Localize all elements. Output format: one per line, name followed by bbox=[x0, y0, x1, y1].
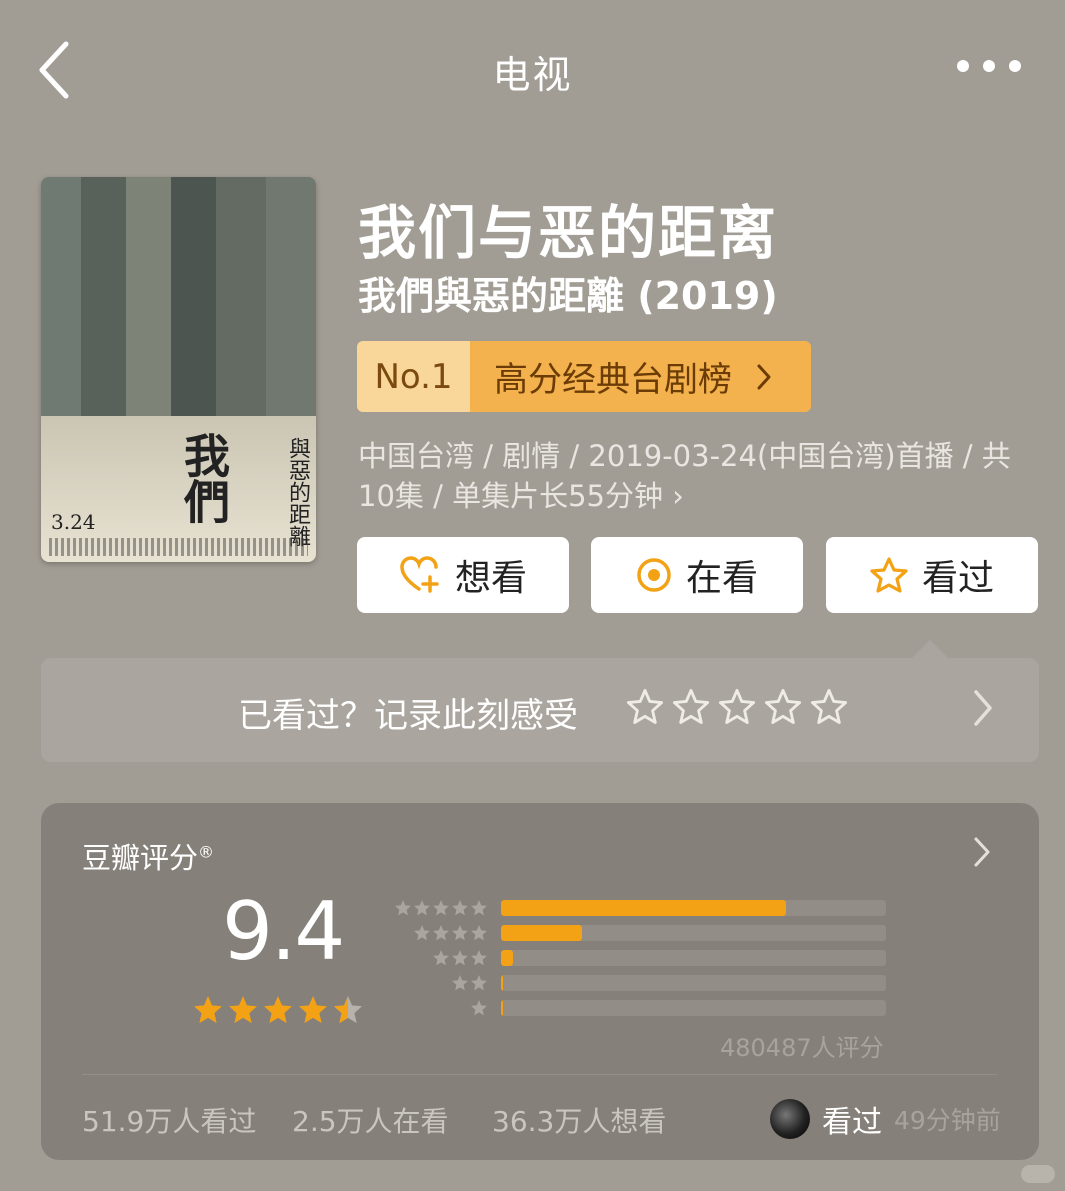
small-star-icon bbox=[471, 925, 487, 941]
small-star-icon bbox=[395, 900, 411, 916]
poster-credits bbox=[49, 538, 308, 556]
chevron-right-icon[interactable] bbox=[972, 688, 994, 732]
watching-button[interactable]: 在看 bbox=[591, 537, 803, 613]
star-outline-icon bbox=[764, 688, 802, 724]
small-star-icon bbox=[452, 975, 468, 991]
heart-plus-icon bbox=[400, 556, 439, 593]
chevron-right-icon[interactable] bbox=[972, 836, 992, 872]
divider bbox=[82, 1074, 997, 1075]
rank-badge[interactable]: No.1 高分经典台剧榜 bbox=[357, 341, 811, 412]
score-stars bbox=[192, 994, 364, 1026]
small-star-icon bbox=[452, 925, 468, 941]
distribution-bar-2 bbox=[501, 975, 504, 991]
registered-mark: ® bbox=[198, 842, 215, 862]
small-star-icon bbox=[471, 975, 487, 991]
rating-label-text: 豆瓣评分 bbox=[82, 841, 199, 875]
small-star-icon bbox=[471, 950, 487, 966]
rank-number: No.1 bbox=[357, 341, 470, 412]
more-icon[interactable] bbox=[957, 60, 1021, 72]
watermark bbox=[1021, 1165, 1055, 1183]
small-star-icon bbox=[452, 900, 468, 916]
show-title: 我们与恶的距离 bbox=[358, 199, 779, 267]
watched-button[interactable]: 看过 bbox=[826, 537, 1038, 613]
rating-label: 豆瓣评分® bbox=[82, 835, 214, 877]
target-icon bbox=[637, 558, 671, 592]
want-label: 想看 bbox=[454, 558, 527, 599]
friend-time: 49分钟前 bbox=[894, 1106, 1001, 1135]
want-count[interactable]: 36.3万人想看 bbox=[492, 1100, 666, 1140]
star-filled-icon bbox=[194, 996, 222, 1024]
poster-date: 3.24 bbox=[51, 510, 96, 534]
show-meta[interactable]: 中国台湾 / 剧情 / 2019-03-24(中国台湾)首播 / 共10集 / … bbox=[358, 436, 1028, 516]
friend-status: 看过 bbox=[822, 1105, 882, 1140]
record-pointer bbox=[912, 640, 948, 658]
distribution-bar-4 bbox=[501, 925, 582, 941]
star-outline-icon bbox=[672, 688, 710, 724]
small-star-icon bbox=[471, 1000, 487, 1016]
distribution-row-3 bbox=[392, 950, 886, 966]
distribution-bar-3 bbox=[501, 950, 513, 966]
show-original-title: 我們與惡的距離 (2019) bbox=[358, 274, 778, 318]
small-star-icon bbox=[452, 950, 468, 966]
friend-activity[interactable]: 看过 49分钟前 bbox=[770, 1097, 1001, 1141]
distribution-row-5 bbox=[392, 900, 886, 916]
small-star-icon bbox=[414, 925, 430, 941]
star-half-icon bbox=[334, 996, 362, 1024]
distribution-row-2 bbox=[392, 975, 886, 991]
small-star-icon bbox=[471, 900, 487, 916]
chevron-right-icon bbox=[757, 364, 771, 389]
star-outline-icon bbox=[718, 688, 756, 724]
star-outline-icon bbox=[626, 688, 664, 724]
star-filled-icon bbox=[264, 996, 292, 1024]
rating-count: 480487人评分 bbox=[720, 1034, 884, 1062]
record-star-rating[interactable] bbox=[626, 688, 848, 726]
poster-image[interactable]: 我們 與惡的距離 3.24 bbox=[41, 177, 316, 562]
watched-count[interactable]: 51.9万人看过 bbox=[82, 1100, 256, 1140]
watching-label: 在看 bbox=[685, 558, 758, 599]
distribution-row-4 bbox=[392, 925, 886, 941]
rank-list-name: 高分经典台剧榜 bbox=[494, 360, 732, 400]
distribution-row-1 bbox=[392, 1000, 886, 1016]
avatar[interactable] bbox=[770, 1099, 810, 1139]
watched-label: 看过 bbox=[921, 558, 994, 599]
record-prompt: 已看过？记录此刻感受 bbox=[238, 696, 578, 736]
star-filled-icon bbox=[299, 996, 327, 1024]
distribution-bar-1 bbox=[501, 1000, 504, 1016]
want-to-watch-button[interactable]: 想看 bbox=[357, 537, 569, 613]
small-star-icon bbox=[433, 925, 449, 941]
star-filled-icon bbox=[229, 996, 257, 1024]
watching-count[interactable]: 2.5万人在看 bbox=[292, 1100, 449, 1140]
small-star-icon bbox=[433, 950, 449, 966]
small-star-icon bbox=[414, 900, 430, 916]
small-star-icon bbox=[433, 900, 449, 916]
rank-list-label: 高分经典台剧榜 bbox=[470, 341, 811, 412]
rating-score: 9.4 bbox=[222, 885, 345, 978]
star-outline-icon bbox=[810, 688, 848, 724]
page-title: 电视 bbox=[492, 53, 573, 97]
poster-title: 我們 bbox=[177, 432, 231, 524]
distribution-bar-5 bbox=[501, 900, 786, 916]
star-outline-icon bbox=[870, 557, 908, 593]
